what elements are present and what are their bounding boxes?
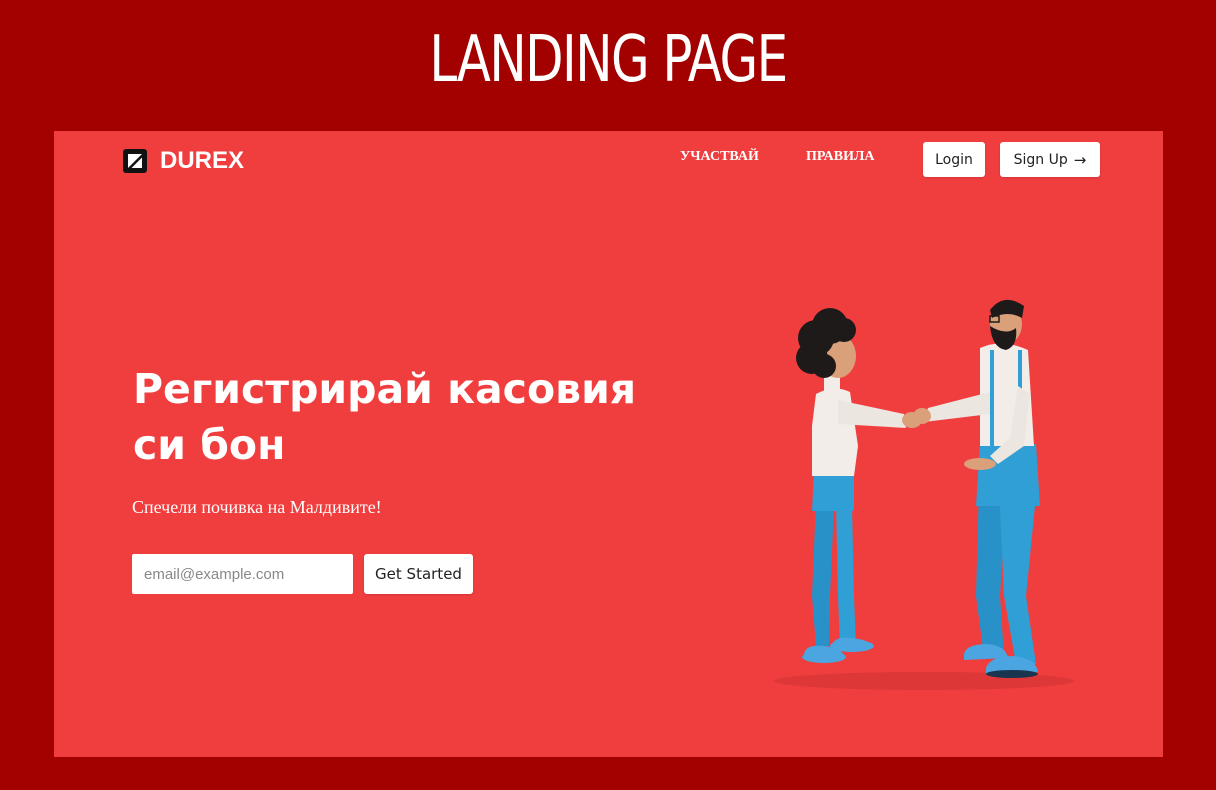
man-figure [913,299,1040,678]
handshake-people-illustration [774,299,1074,690]
logo-text: DUREX [160,147,245,174]
logo-icon [123,149,147,173]
email-input[interactable] [132,554,353,594]
login-button-label: Login [935,151,973,168]
landing-preview: DUREX УЧАСТВАЙ ПРАВИЛА Login Sign Up → Р… [54,131,1163,757]
woman-figure [796,308,922,663]
hero-title: Регистрирай касовия си бон [133,365,637,469]
nav-link-rules[interactable]: ПРАВИЛА [806,149,875,165]
arrow-right-icon: → [1073,150,1087,169]
page-heading: LANDING PAGE [429,23,788,97]
get-started-button[interactable]: Get Started [364,554,473,594]
hero-subtitle: Спечели почивка на Малдивите! [132,497,382,517]
signup-button[interactable]: Sign Up → [1000,142,1100,177]
nav-link-participate[interactable]: УЧАСТВАЙ [680,149,759,165]
signup-button-label: Sign Up [1013,151,1068,168]
get-started-label: Get Started [375,565,462,583]
login-button[interactable]: Login [923,142,985,177]
logo[interactable]: DUREX [123,147,244,175]
